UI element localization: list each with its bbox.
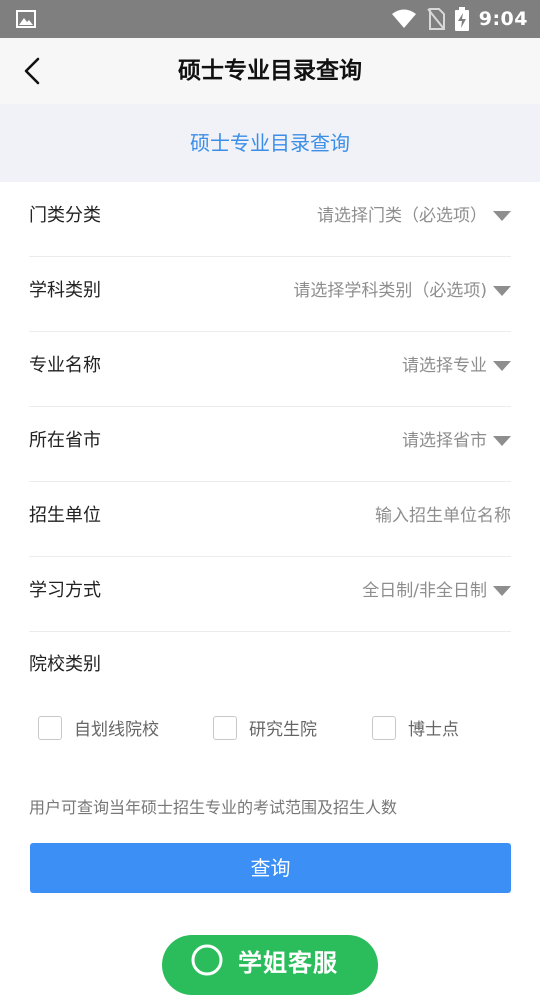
no-sim-icon [426,8,445,30]
form-label: 门类分类 [29,205,101,226]
checkbox-box[interactable] [38,715,62,740]
banner-title: 硕士专业目录查询 [190,131,350,155]
status-bar: 9:04 [0,0,540,38]
form-row-institution[interactable]: 招生单位 输入招生单位名称 [29,482,511,557]
institution-input[interactable]: 输入招生单位名称 [375,482,511,556]
checkbox-label: 研究生院 [249,720,317,740]
school-type-label: 院校类别 [29,654,101,675]
form-row-category[interactable]: 门类分类 请选择门类（必选项） [29,182,511,257]
form-label: 学习方式 [29,580,101,601]
caret-down-icon [493,436,511,446]
checkbox-self-designated[interactable]: 自划线院校 [38,715,159,740]
select-placeholder: 请选择省市 [402,431,487,451]
form-row-major[interactable]: 专业名称 请选择专业 [29,332,511,407]
caret-down-icon [493,211,511,221]
info-note: 用户可查询当年硕士招生专业的考试范围及招生人数 [29,798,398,817]
select-placeholder: 请选择专业 [402,356,487,376]
checkbox-doctoral[interactable]: 博士点 [372,715,459,740]
checkbox-graduate-school[interactable]: 研究生院 [213,715,317,740]
query-form: 门类分类 请选择门类（必选项） 学科类别 请选择学科类别（必选项) 专业名称 请… [0,182,540,632]
form-label: 招生单位 [29,505,101,526]
form-label: 所在省市 [29,430,101,451]
caret-down-icon [493,361,511,371]
checkbox-box[interactable] [372,715,396,740]
form-row-study-mode[interactable]: 学习方式 全日制/非全日制 [29,557,511,632]
battery-charging-icon [454,7,469,31]
wifi-icon [391,9,416,28]
checkbox-box[interactable] [213,715,237,740]
form-row-discipline[interactable]: 学科类别 请选择学科类别（必选项) [29,257,511,332]
province-select[interactable]: 请选择省市 [402,407,511,481]
image-icon [16,10,36,28]
form-label: 学科类别 [29,280,101,301]
status-bar-right: 9:04 [391,0,528,38]
page-title: 硕士专业目录查询 [178,58,362,84]
form-row-province[interactable]: 所在省市 请选择省市 [29,407,511,482]
category-select[interactable]: 请选择门类（必选项） [317,182,511,256]
section-banner: 硕士专业目录查询 [0,104,540,182]
checkbox-label: 自划线院校 [74,720,159,740]
caret-down-icon [493,586,511,596]
customer-service-button[interactable]: 学姐客服 [162,935,378,995]
input-placeholder: 输入招生单位名称 [375,506,511,526]
discipline-select[interactable]: 请选择学科类别（必选项) [293,257,511,331]
select-placeholder: 请选择学科类别（必选项) [293,281,487,301]
form-label: 专业名称 [29,355,101,376]
major-select[interactable]: 请选择专业 [402,332,511,406]
query-button[interactable]: 查询 [30,843,511,893]
checkbox-label: 博士点 [408,720,459,740]
caret-down-icon [493,286,511,296]
school-type-checkboxes: 自划线院校 研究生院 博士点 [38,715,508,743]
select-placeholder: 全日制/非全日制 [362,581,487,601]
study-mode-select[interactable]: 全日制/非全日制 [362,557,511,631]
select-placeholder: 请选择门类（必选项） [317,206,487,226]
status-time: 9:04 [478,8,528,30]
title-bar: 硕士专业目录查询 [0,38,540,104]
customer-service-label: 学姐客服 [238,949,338,977]
chat-bubble-icon [191,944,223,976]
